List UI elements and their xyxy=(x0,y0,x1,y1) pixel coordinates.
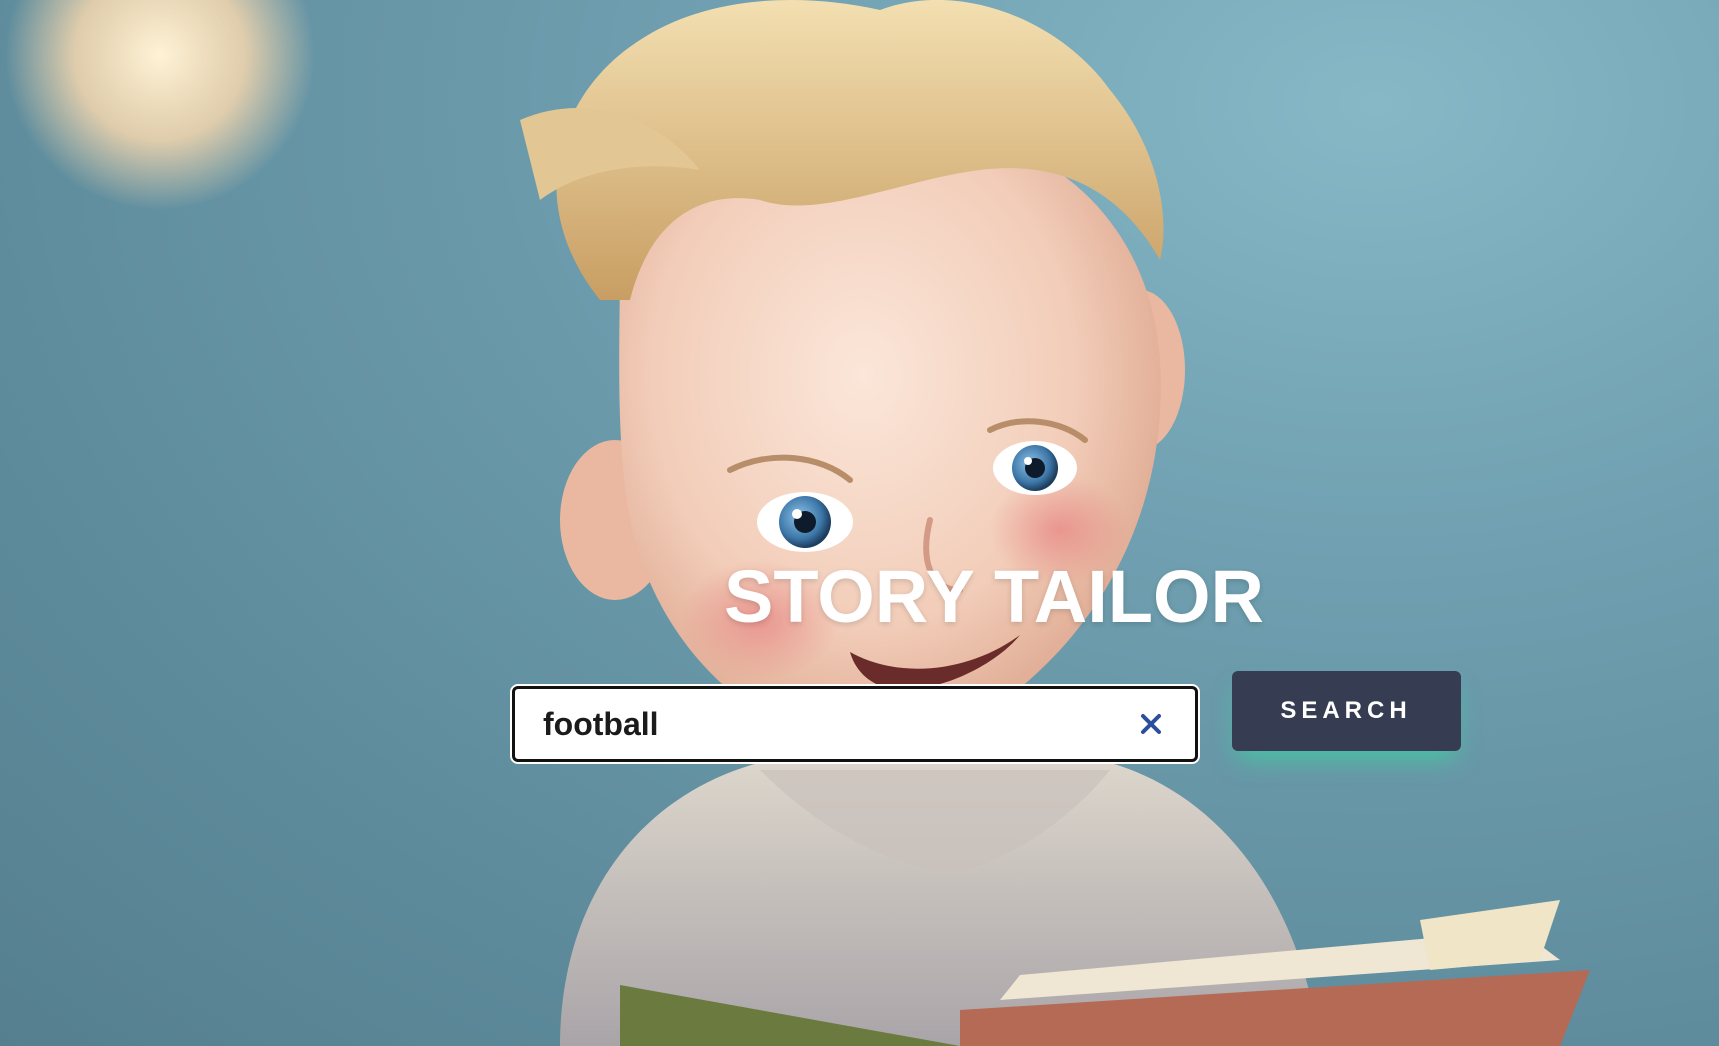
close-icon xyxy=(1141,714,1161,734)
page-title: STORY TAILOR xyxy=(724,555,1264,638)
search-button[interactable]: SEARCH xyxy=(1232,671,1461,751)
page: STORY TAILOR SEARCH xyxy=(0,0,1719,1046)
hero-illustration xyxy=(5,0,1590,1046)
search-input[interactable] xyxy=(515,689,1131,759)
clear-search-button[interactable] xyxy=(1131,704,1171,744)
search-box xyxy=(512,686,1198,762)
